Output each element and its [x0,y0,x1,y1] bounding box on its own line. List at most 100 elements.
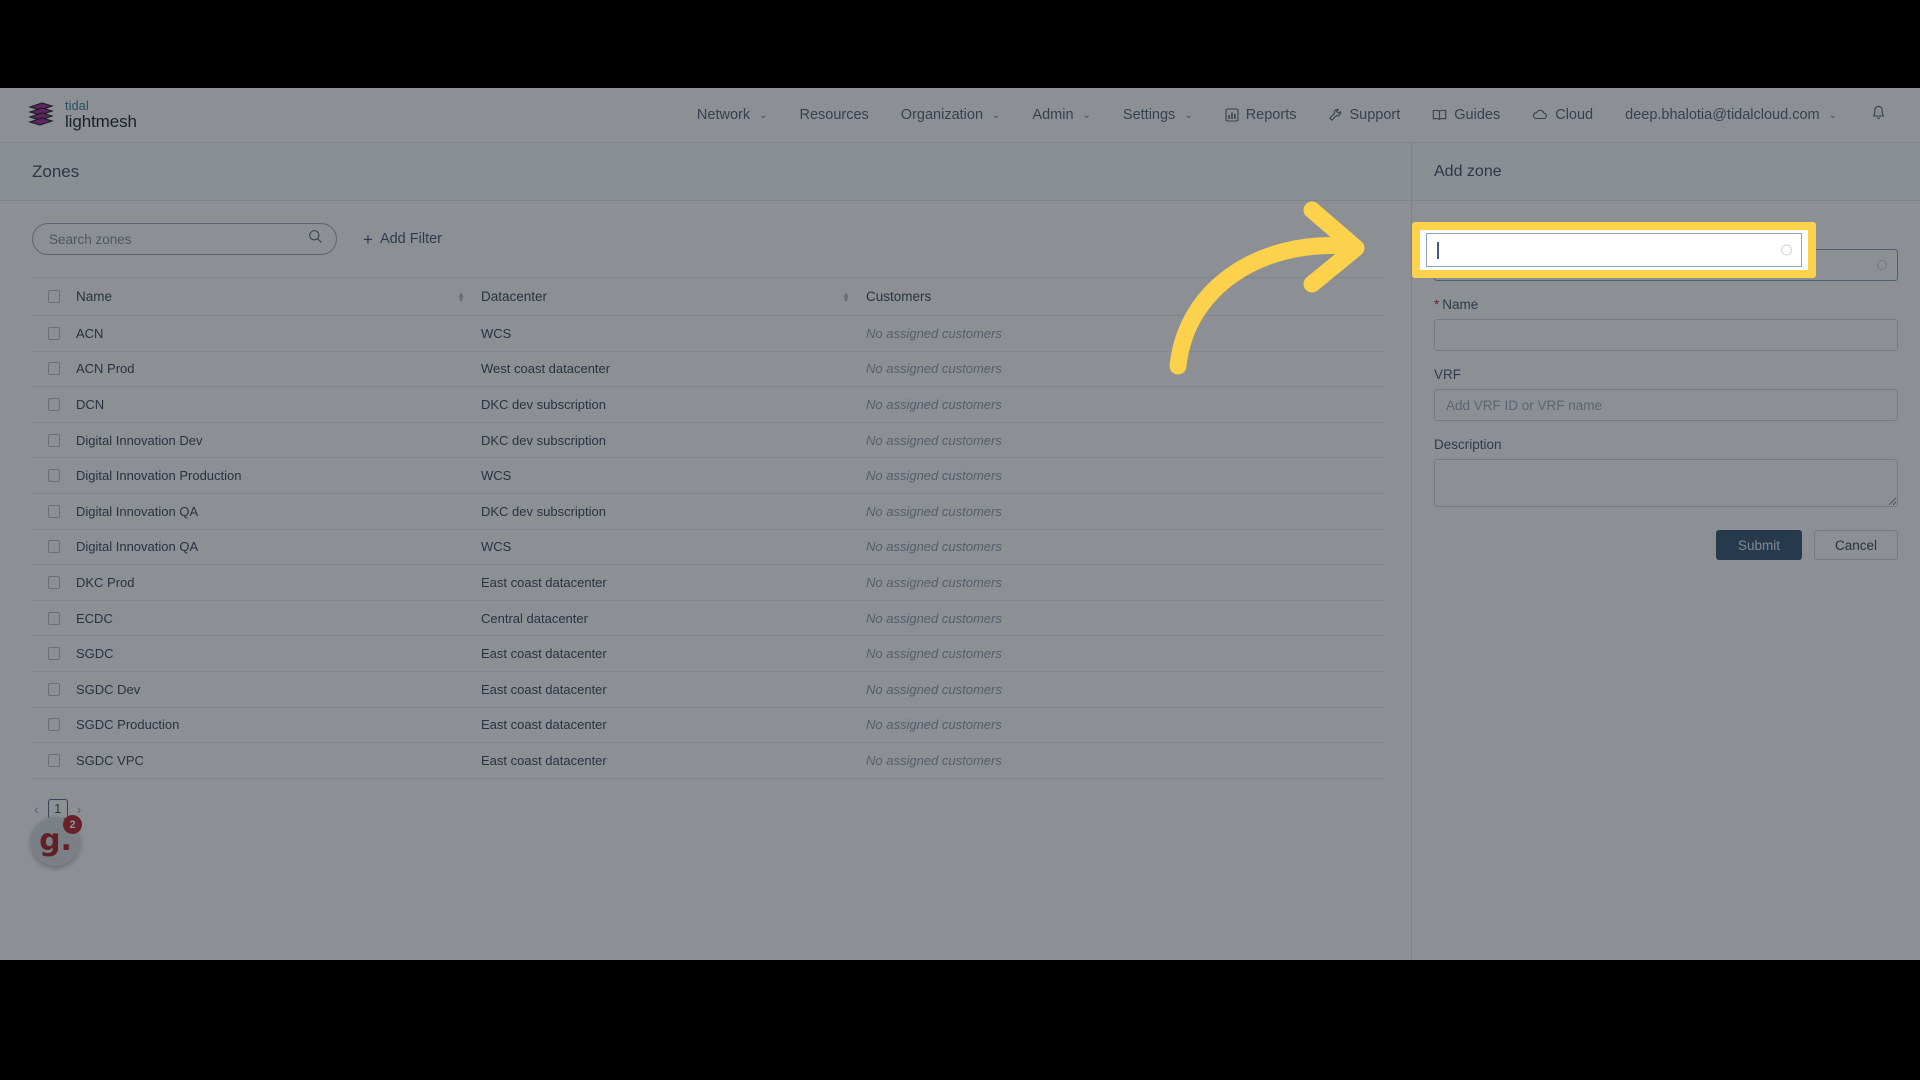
row-checkbox[interactable] [48,575,60,589]
row-select-cell [32,682,76,696]
cell-customers: No assigned customers [866,646,1002,662]
cell-name: Digital Innovation QA [76,539,199,555]
row-checkbox[interactable] [48,611,60,625]
cell-customers: No assigned customers [866,752,1002,768]
search-zones-box[interactable] [32,223,337,255]
column-header-customers: Customers [866,289,1385,304]
row-select-cell [32,753,76,767]
select-all-checkbox[interactable] [48,290,60,303]
cell-datacenter: East coast datacenter [481,752,607,768]
table-row[interactable]: SGDC East coast datacenter No assigned cus… [32,636,1385,672]
row-checkbox[interactable] [48,753,60,767]
nav-item-network[interactable]: Network ⌄ [681,101,784,129]
search-input[interactable] [49,231,308,247]
cell-name: DCN [76,396,105,412]
panel-title: Add zone [1434,162,1502,180]
guidde-badge-count: 2 [63,815,82,834]
zones-table: Name ▲ ▼ Datacenter ▲ ▼ Customers ACN WCS No… [32,277,1385,779]
cell-name: Digital Innovation QA [76,503,199,519]
nav-item-resources[interactable]: Resources [783,101,884,129]
nav-item-reports[interactable]: Reports [1209,101,1313,129]
nav-item-cloud[interactable]: Cloud [1516,101,1609,129]
cell-name: SGDC Dev [76,681,141,697]
row-checkbox[interactable] [48,540,60,554]
table-row[interactable]: SGDC Dev East coast datacenter No assigned… [32,672,1385,708]
row-checkbox[interactable] [48,682,60,696]
name-field: * Name [1434,297,1898,351]
account-menu[interactable]: deep.bhalotia@tidalcloud.com ⌄ [1609,101,1853,129]
row-checkbox[interactable] [48,469,60,483]
vrf-input[interactable] [1434,389,1898,421]
nav-item-admin[interactable]: Admin ⌄ [1016,101,1107,129]
loading-spinner-icon [1877,260,1887,270]
column-header-name[interactable]: Name ▲ ▼ [76,289,481,304]
table-header-row: Name ▲ ▼ Datacenter ▲ ▼ Customers [32,278,1385,316]
row-checkbox[interactable] [48,397,60,411]
vrf-label: VRF [1434,367,1461,382]
sort-icon-datacenter[interactable]: ▲ ▼ [842,290,850,303]
table-row[interactable]: ECDC Central datacenter No assigned custom… [32,601,1385,637]
pagination-prev-button[interactable]: ‹ [34,801,39,817]
datacenter-select-highlight[interactable] [1412,222,1816,278]
table-row[interactable]: ACN Prod West coast datacenter No assigned… [32,352,1385,388]
table-row[interactable]: Digital Innovation Production WCS No assig… [32,458,1385,494]
cell-customers: No assigned customers [866,681,1002,697]
name-label: * Name [1434,297,1898,312]
table-row[interactable]: DKC Prod East coast datacenter No assigned… [32,565,1385,601]
cell-name: SGDC VPC [76,752,144,768]
add-filter-button[interactable]: + Add Filter [363,231,442,248]
row-checkbox[interactable] [48,504,60,518]
cell-name: DKC Prod [76,574,135,590]
table-row[interactable]: DCN DKC dev subscription No assigned custo… [32,387,1385,423]
brand-logo[interactable]: tidal lightmesh [26,100,137,131]
chevron-down-icon: ⌄ [1184,109,1193,121]
pagination-next-button[interactable]: › [77,801,82,817]
nav-item-guides[interactable]: Guides [1416,101,1516,129]
column-header-customers-label: Customers [866,289,932,304]
submit-button[interactable]: Submit [1715,530,1802,560]
nav-item-settings[interactable]: Settings ⌄ [1107,101,1209,129]
table-row[interactable]: Digital Innovation Dev DKC dev subscripti… [32,423,1385,459]
nav-label-cloud: Cloud [1555,107,1594,123]
row-select-cell [32,575,76,589]
datacenter-select-focused[interactable] [1426,233,1802,267]
bell-icon [1871,105,1886,125]
nav-item-organization[interactable]: Organization ⌄ [885,101,1017,129]
row-checkbox[interactable] [48,718,60,732]
nav-items: Network ⌄ Resources Organization ⌄ Admin… [681,99,1898,132]
nav-label-reports: Reports [1245,107,1297,123]
pagination-page-1[interactable]: 1 [47,798,68,819]
row-checkbox[interactable] [48,433,60,447]
row-checkbox[interactable] [48,647,60,661]
column-header-datacenter[interactable]: Datacenter ▲ ▼ [481,289,866,304]
brand-wordmark: tidal lightmesh [65,100,137,131]
row-checkbox[interactable] [48,326,60,340]
letterbox-bottom [0,960,1920,1080]
table-row[interactable]: SGDC VPC East coast datacenter No assigned… [32,743,1385,779]
brand-line-1: tidal [65,98,89,113]
nav-label-guides: Guides [1454,107,1501,123]
table-row[interactable]: Digital Innovation QA DKC dev subscriptio… [32,494,1385,530]
nav-label-network: Network [696,107,751,123]
table-row[interactable]: SGDC Production East coast datacenter No a… [32,708,1385,744]
table-body: ACN WCS No assigned customers ACN Prod West … [32,316,1385,779]
pagination: ‹ 1 › [34,798,1411,819]
cell-customers: No assigned customers [866,468,1002,484]
notifications-button[interactable] [1853,99,1898,132]
panel-header: Add zone [1412,143,1920,201]
row-checkbox[interactable] [48,362,60,376]
nav-item-support[interactable]: Support [1312,101,1416,129]
cancel-button[interactable]: Cancel [1813,530,1898,560]
name-input[interactable] [1434,319,1898,351]
search-icon[interactable] [308,229,323,249]
table-row[interactable]: Digital Innovation QA WCS No assigned cust… [32,530,1385,566]
cell-datacenter: DKC dev subscription [481,503,606,519]
cell-datacenter: DKC dev subscription [481,432,606,448]
sort-icon-name[interactable]: ▲ ▼ [457,290,465,303]
cell-customers: No assigned customers [866,361,1002,377]
cell-customers: No assigned customers [866,539,1002,555]
table-row[interactable]: ACN WCS No assigned customers [32,316,1385,352]
description-textarea[interactable] [1434,459,1898,507]
guidde-help-widget[interactable]: g. 2 [31,815,82,866]
screenshot-root: tidal lightmesh Network ⌄ Resources Orga… [0,0,1920,1080]
